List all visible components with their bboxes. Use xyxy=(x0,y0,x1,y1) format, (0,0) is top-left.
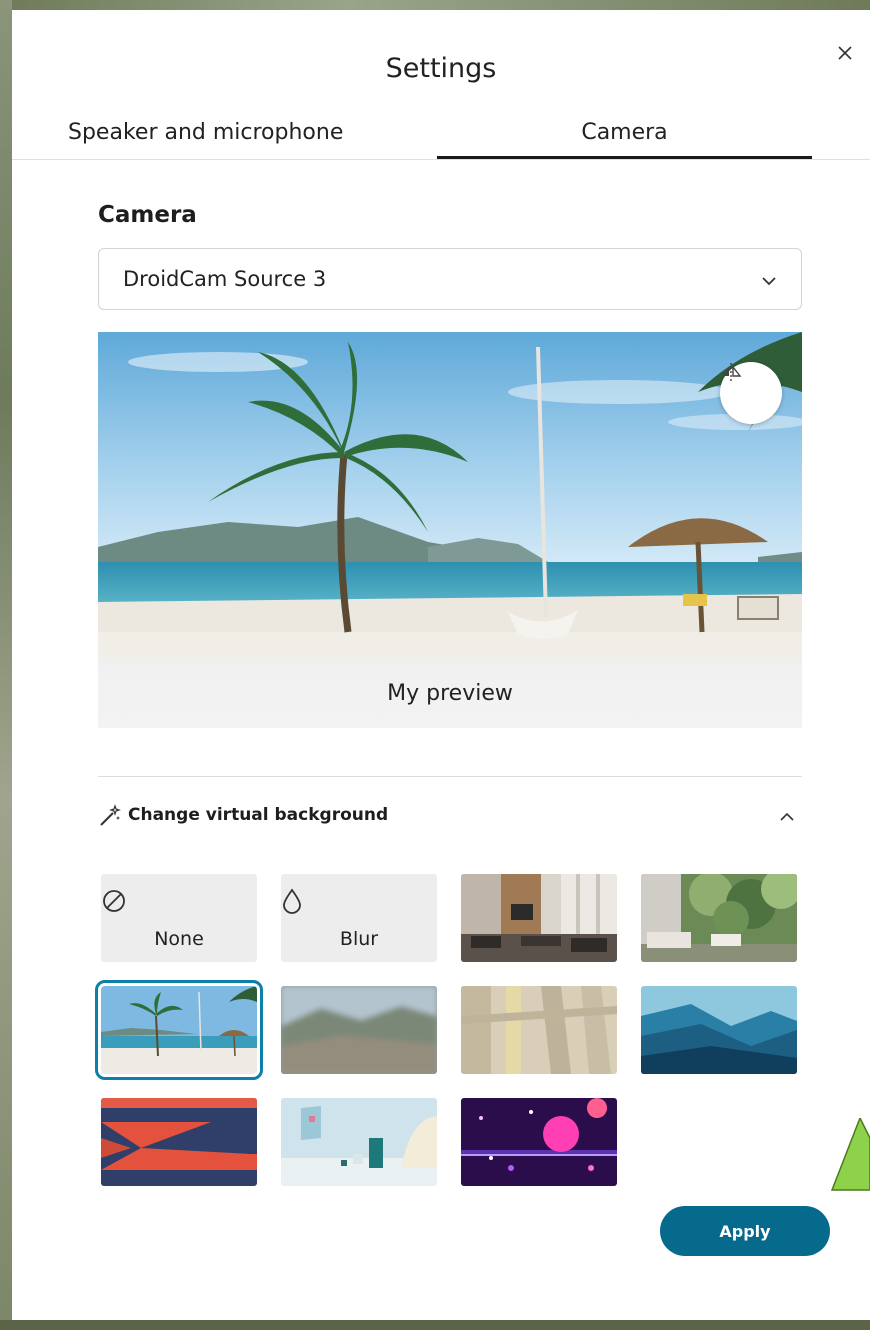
dialog-header: Settings Speaker and microphone Camera xyxy=(12,10,870,160)
blur-tile-label: Blur xyxy=(339,928,379,950)
desktop-backdrop-top xyxy=(0,0,870,10)
background-blur-tile[interactable]: Blur xyxy=(281,874,437,962)
preview-label: My preview xyxy=(387,681,513,706)
magic-wand-icon xyxy=(100,804,121,826)
background-office-tile[interactable] xyxy=(461,874,617,962)
tab-speaker-and-microphone[interactable]: Speaker and microphone xyxy=(12,120,382,160)
close-icon xyxy=(838,46,852,60)
chevron-up-icon xyxy=(780,812,794,821)
droplet-icon xyxy=(283,888,301,914)
desktop-backdrop-bottom xyxy=(0,1320,870,1330)
background-blue-mountains-tile[interactable] xyxy=(641,986,797,1074)
dialog-title: Settings xyxy=(385,53,497,84)
tab-camera[interactable]: Camera xyxy=(437,120,812,160)
background-pastel-shapes-tile[interactable] xyxy=(281,1098,437,1186)
section-divider xyxy=(98,776,802,777)
camera-device-dropdown[interactable]: DroidCam Source 3 xyxy=(98,248,802,310)
background-none-tile[interactable]: None xyxy=(101,874,257,962)
none-tile-label: None xyxy=(154,928,204,950)
mirror-flip-icon xyxy=(722,363,742,381)
virtual-background-header[interactable]: Change virtual background xyxy=(98,800,802,836)
mirror-button[interactable] xyxy=(720,362,782,424)
background-zigzag-tile[interactable] xyxy=(101,1098,257,1186)
apply-button[interactable]: Apply xyxy=(660,1206,830,1256)
close-button[interactable] xyxy=(830,38,860,68)
no-circle-icon xyxy=(103,890,125,912)
settings-dialog: Settings Speaker and microphone Camera C… xyxy=(12,10,870,1320)
background-living-room-tile[interactable] xyxy=(641,874,797,962)
header-divider xyxy=(12,159,870,160)
annotation-arrow-icon xyxy=(830,1118,870,1191)
background-blurred-mountains-tile[interactable] xyxy=(281,986,437,1074)
camera-section-title: Camera xyxy=(98,202,197,228)
virtual-background-label: Change virtual background xyxy=(128,805,389,825)
chevron-down-icon xyxy=(762,277,776,286)
background-beach-tile[interactable] xyxy=(95,980,263,1080)
background-purple-space-tile[interactable] xyxy=(461,1098,617,1186)
background-window-shadows-tile[interactable] xyxy=(461,986,617,1074)
camera-preview: My preview xyxy=(98,332,802,728)
camera-device-value: DroidCam Source 3 xyxy=(123,267,327,291)
desktop-backdrop-left xyxy=(0,0,12,1330)
